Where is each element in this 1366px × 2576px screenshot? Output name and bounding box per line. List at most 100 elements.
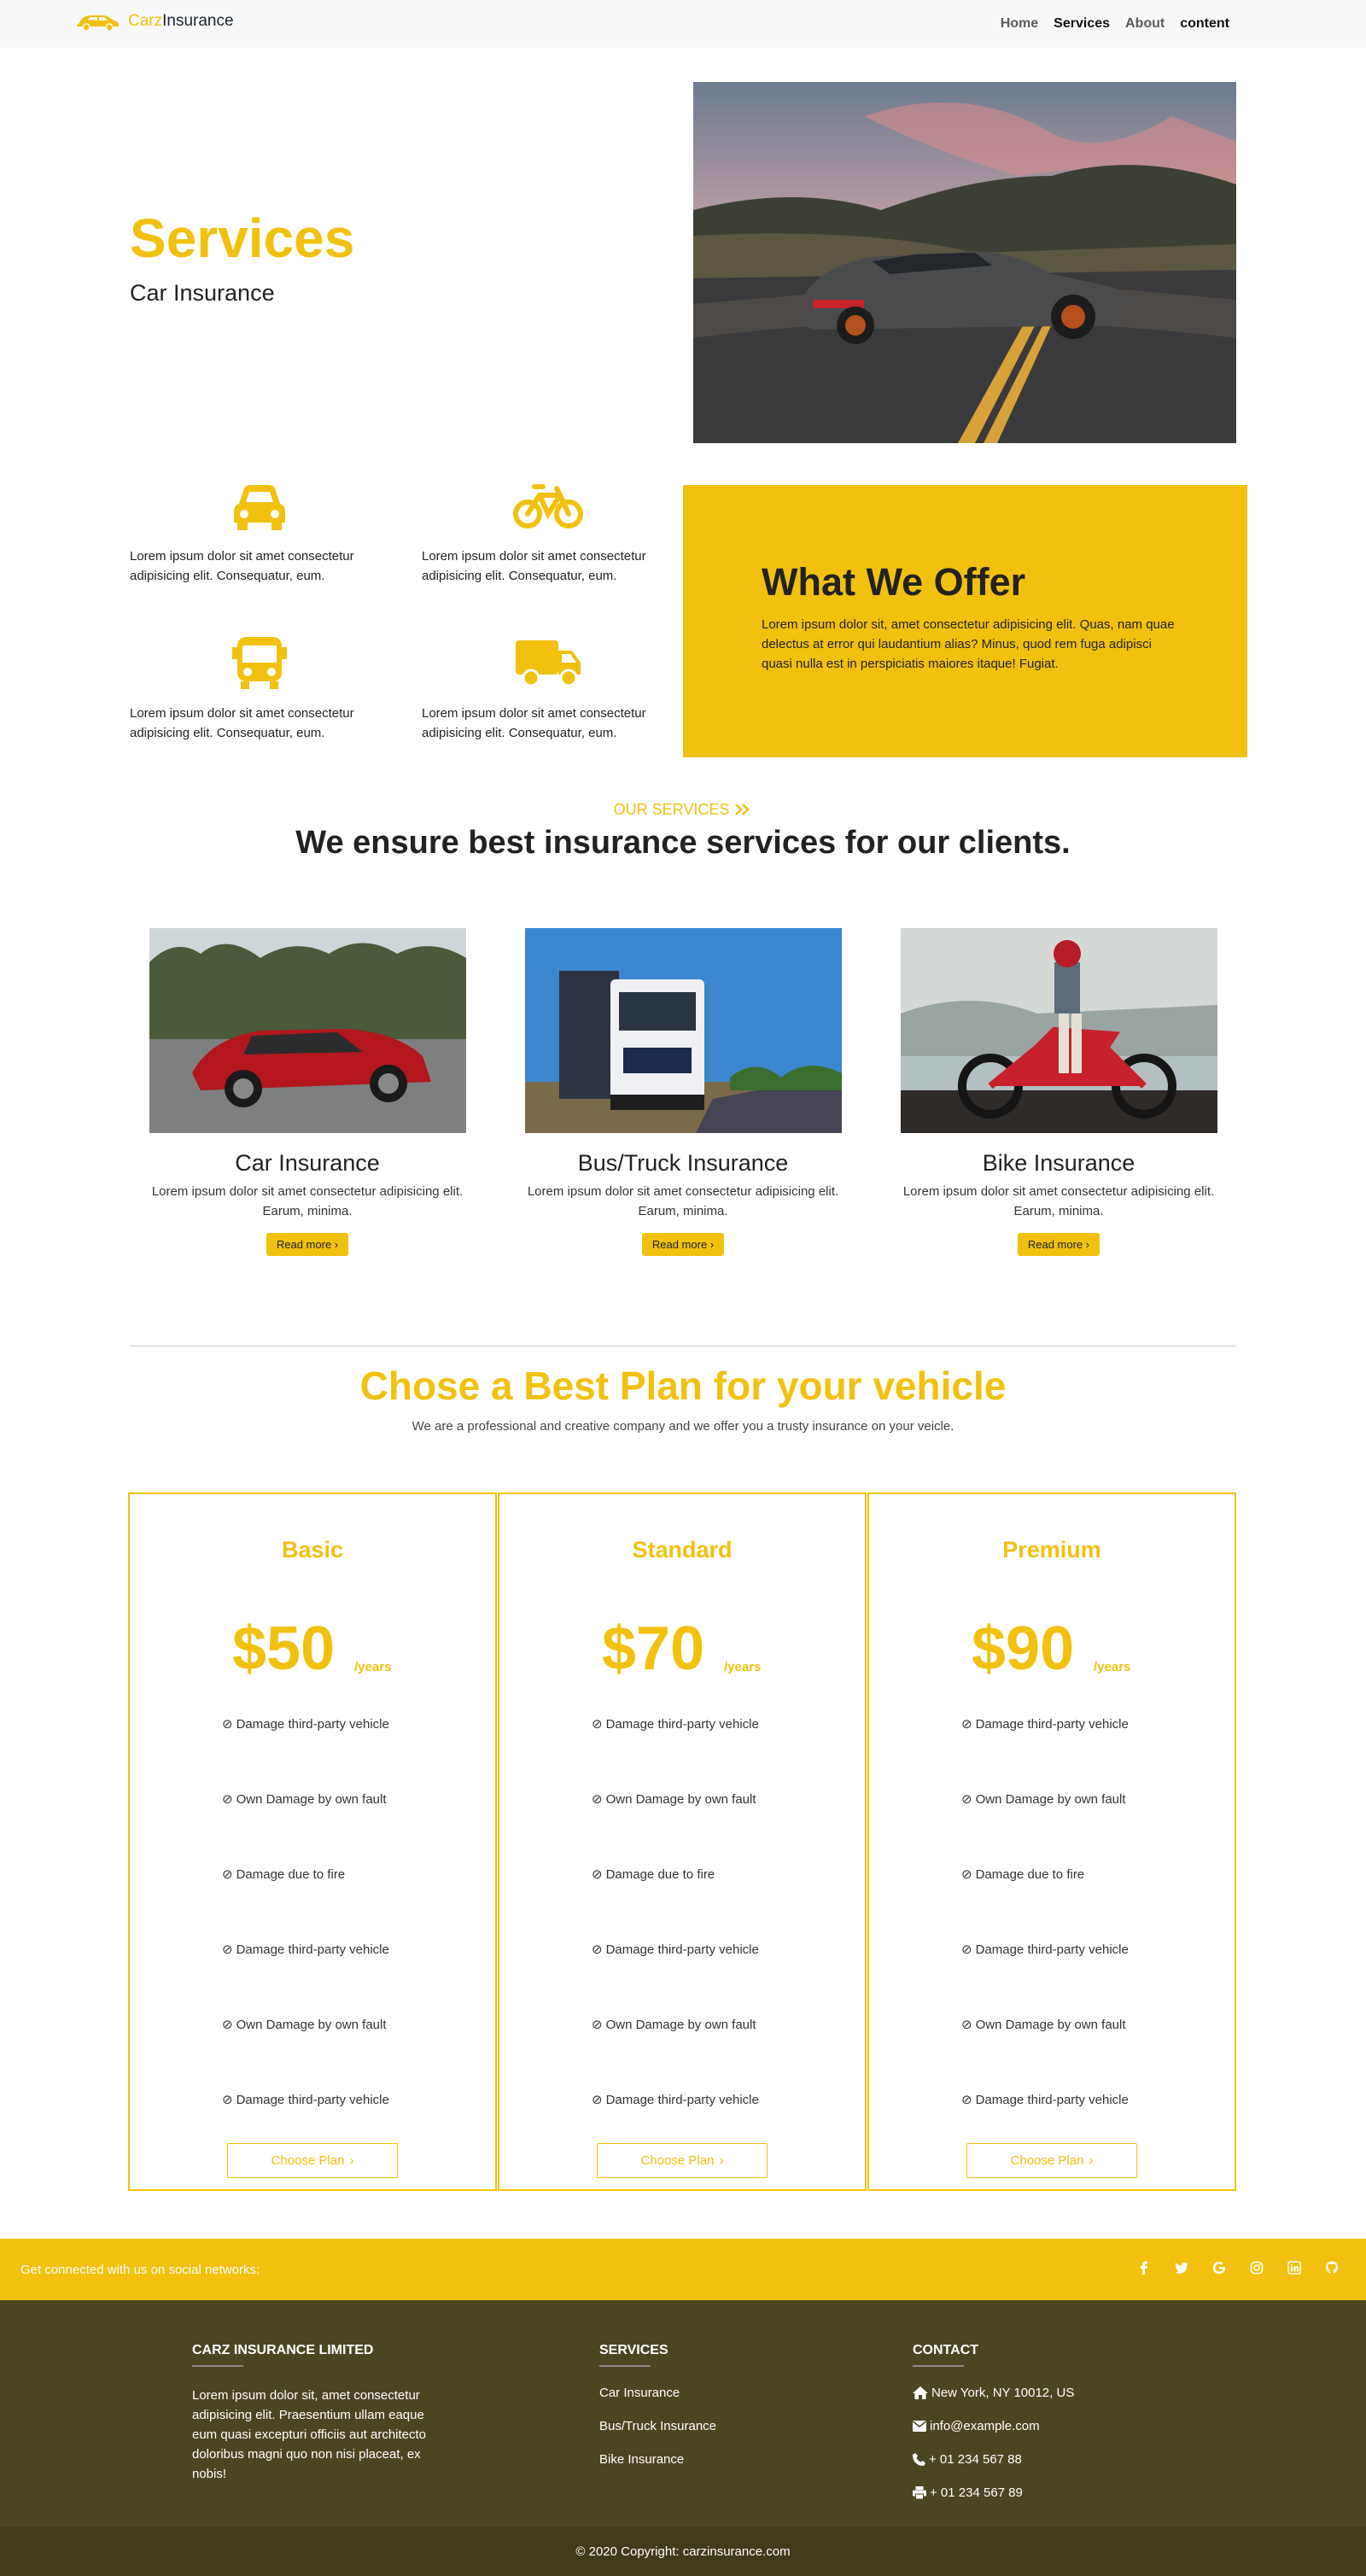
feature-bicycle: Lorem ipsum dolor sit amet consectetur a… bbox=[422, 484, 678, 586]
plan-feature: ⊘ Damage third-party vehicle bbox=[222, 2092, 389, 2108]
chevron-right-icon: › bbox=[719, 2153, 724, 2168]
hero-car-image bbox=[693, 82, 1236, 443]
footer-divider bbox=[599, 2365, 651, 2367]
service-title: Bike Insurance bbox=[982, 1150, 1135, 1176]
feature-text: Lorem ipsum dolor sit amet consectetur a… bbox=[130, 549, 354, 583]
car-logo-icon bbox=[77, 15, 119, 31]
service-title: Car Insurance bbox=[235, 1150, 380, 1176]
plan-price: $50 bbox=[232, 1615, 336, 1683]
choose-plan-button[interactable]: Choose Plan › bbox=[227, 2143, 398, 2178]
plan-price: $90 bbox=[972, 1615, 1075, 1683]
plan-feature: ⊘ Damage third-party vehicle bbox=[961, 2092, 1129, 2108]
footer-link-bike[interactable]: Bike Insurance bbox=[599, 2452, 716, 2467]
feature-car: Lorem ipsum dolor sit amet consectetur a… bbox=[130, 485, 386, 586]
nav-links: Home Services About content bbox=[1001, 0, 1229, 48]
plan-feature: ⊘ Own Damage by own fault bbox=[222, 1791, 387, 1808]
plan-feature: ⊘ Damage third-party vehicle bbox=[222, 1716, 389, 1732]
check-circle-icon: ⊘ bbox=[961, 1942, 972, 1957]
choose-plan-label: Choose Plan bbox=[1010, 2153, 1084, 2168]
footer-company: CARZ INSURANCE LIMITED Lorem ipsum dolor… bbox=[192, 2343, 448, 2484]
contact-email-text: info@example.com bbox=[930, 2419, 1040, 2433]
footer-link-bus-truck[interactable]: Bus/Truck Insurance bbox=[599, 2419, 716, 2433]
github-icon[interactable] bbox=[1323, 2259, 1340, 2276]
check-circle-icon: ⊘ bbox=[961, 1867, 972, 1882]
read-more-label: Read more bbox=[651, 1238, 708, 1251]
feature-text: Lorem ipsum dolor sit amet consectetur a… bbox=[422, 706, 646, 740]
footer-services: SERVICES Car Insurance Bus/Truck Insuran… bbox=[599, 2343, 716, 2467]
check-circle-icon: ⊘ bbox=[222, 2093, 233, 2107]
service-text: Lorem ipsum dolor sit amet consectetur a… bbox=[151, 1184, 464, 1218]
check-circle-icon: ⊘ bbox=[592, 1717, 603, 1732]
chevron-right-icon: › bbox=[349, 2153, 354, 2168]
nav-about[interactable]: About bbox=[1125, 16, 1165, 32]
feature-text: Lorem ipsum dolor sit amet consectetur a… bbox=[130, 706, 354, 740]
nav-content[interactable]: content bbox=[1180, 16, 1229, 32]
check-circle-icon: ⊘ bbox=[961, 1717, 972, 1732]
plan-feature-label: Damage third-party vehicle bbox=[975, 2092, 1129, 2107]
contact-email[interactable]: info@example.com bbox=[913, 2419, 1074, 2433]
instagram-icon[interactable] bbox=[1248, 2259, 1265, 2276]
copyright: © 2020 Copyright: carzinsurance.com bbox=[0, 2527, 1366, 2576]
plan-feature: ⊘ Own Damage by own fault bbox=[961, 1791, 1126, 1808]
read-more-label: Read more bbox=[1027, 1238, 1083, 1251]
check-circle-icon: ⊘ bbox=[222, 1792, 233, 1807]
plan-feature-label: Own Damage by own fault bbox=[975, 2017, 1126, 2032]
services-eyebrow-label: OUR SERVICES bbox=[613, 801, 730, 818]
contact-phone[interactable]: + 01 234 567 88 bbox=[913, 2452, 1074, 2467]
plan-feature: ⊘ Damage third-party vehicle bbox=[592, 1942, 759, 1958]
contact-fax: + 01 234 567 89 bbox=[913, 2485, 1074, 2500]
plan-feature: ⊘ Damage third-party vehicle bbox=[592, 1716, 759, 1732]
nav-home[interactable]: Home bbox=[1001, 16, 1038, 32]
plan-feature-label: Damage third-party vehicle bbox=[236, 1716, 389, 1732]
footer: CARZ INSURANCE LIMITED Lorem ipsum dolor… bbox=[0, 2300, 1366, 2527]
envelope-icon bbox=[913, 2421, 926, 2432]
service-title: Bus/Truck Insurance bbox=[577, 1150, 789, 1176]
chevron-right-icon: › bbox=[1089, 2153, 1094, 2168]
truck-icon bbox=[516, 640, 581, 687]
check-circle-icon: ⊘ bbox=[592, 1942, 603, 1957]
plan-feature-label: Damage due to fire bbox=[605, 1866, 715, 1882]
double-chevron-right-icon bbox=[735, 803, 750, 815]
plan-period: /years bbox=[724, 1660, 762, 1674]
plan-period: /years bbox=[1094, 1660, 1131, 1674]
contact-phone-text: + 01 234 567 88 bbox=[929, 2452, 1022, 2467]
home-icon bbox=[913, 2386, 928, 2399]
plan-feature-label: Own Damage by own fault bbox=[236, 1791, 387, 1807]
plan-feature: ⊘ Damage third-party vehicle bbox=[222, 1942, 389, 1958]
google-icon[interactable] bbox=[1211, 2259, 1228, 2276]
social-text: Get connected with us on social networks… bbox=[20, 2263, 260, 2277]
read-more-button[interactable]: Read more › bbox=[266, 1233, 349, 1256]
linkedin-icon[interactable] bbox=[1286, 2259, 1303, 2276]
facebook-icon[interactable] bbox=[1135, 2259, 1153, 2276]
plan-feature-label: Damage third-party vehicle bbox=[605, 2092, 759, 2107]
plan-feature: ⊘ Damage third-party vehicle bbox=[961, 1942, 1129, 1958]
nav-services[interactable]: Services bbox=[1054, 16, 1110, 32]
choose-plan-button[interactable]: Choose Plan › bbox=[597, 2143, 768, 2178]
services-eyebrow[interactable]: OUR SERVICES bbox=[0, 801, 1366, 819]
read-more-button[interactable]: Read more › bbox=[1017, 1233, 1100, 1256]
car-insurance-image bbox=[149, 928, 466, 1133]
check-circle-icon: ⊘ bbox=[592, 1867, 603, 1882]
service-card-bus-truck: Bus/Truck Insurance Lorem ipsum dolor si… bbox=[512, 928, 854, 1256]
printer-icon bbox=[913, 2486, 926, 2499]
plans-title: Chose a Best Plan for your vehicle bbox=[359, 1364, 1007, 1408]
services-title: We ensure best insurance services for ou… bbox=[295, 825, 1071, 861]
plan-card-premium: Premium $90 /years ⊘ Damage third-party v… bbox=[867, 1492, 1236, 2191]
feature-bus: Lorem ipsum dolor sit amet consectetur a… bbox=[130, 637, 386, 743]
service-card-car: Car Insurance Lorem ipsum dolor sit amet… bbox=[137, 928, 478, 1256]
footer-link-car[interactable]: Car Insurance bbox=[599, 2386, 716, 2400]
offer-title: What We Offer bbox=[762, 560, 1026, 604]
footer-company-text: Lorem ipsum dolor sit, amet consectetur … bbox=[192, 2388, 427, 2481]
plan-feature: ⊘ Own Damage by own fault bbox=[222, 2017, 387, 2033]
plan-feature: ⊘ Own Damage by own fault bbox=[592, 2017, 756, 2033]
choose-plan-label: Choose Plan bbox=[640, 2153, 715, 2168]
offer-text: Lorem ipsum dolor sit, amet consectetur … bbox=[762, 617, 1175, 671]
read-more-button[interactable]: Read more › bbox=[641, 1233, 725, 1256]
footer-divider bbox=[192, 2365, 243, 2367]
plan-feature-label: Damage third-party vehicle bbox=[605, 1716, 759, 1732]
plan-feature-label: Damage due to fire bbox=[975, 1866, 1085, 1882]
choose-plan-button[interactable]: Choose Plan › bbox=[966, 2143, 1137, 2178]
twitter-icon[interactable] bbox=[1173, 2259, 1190, 2276]
footer-contact-title: CONTACT bbox=[913, 2343, 979, 2357]
brand-logo[interactable]: CarzInsurance bbox=[75, 12, 234, 31]
